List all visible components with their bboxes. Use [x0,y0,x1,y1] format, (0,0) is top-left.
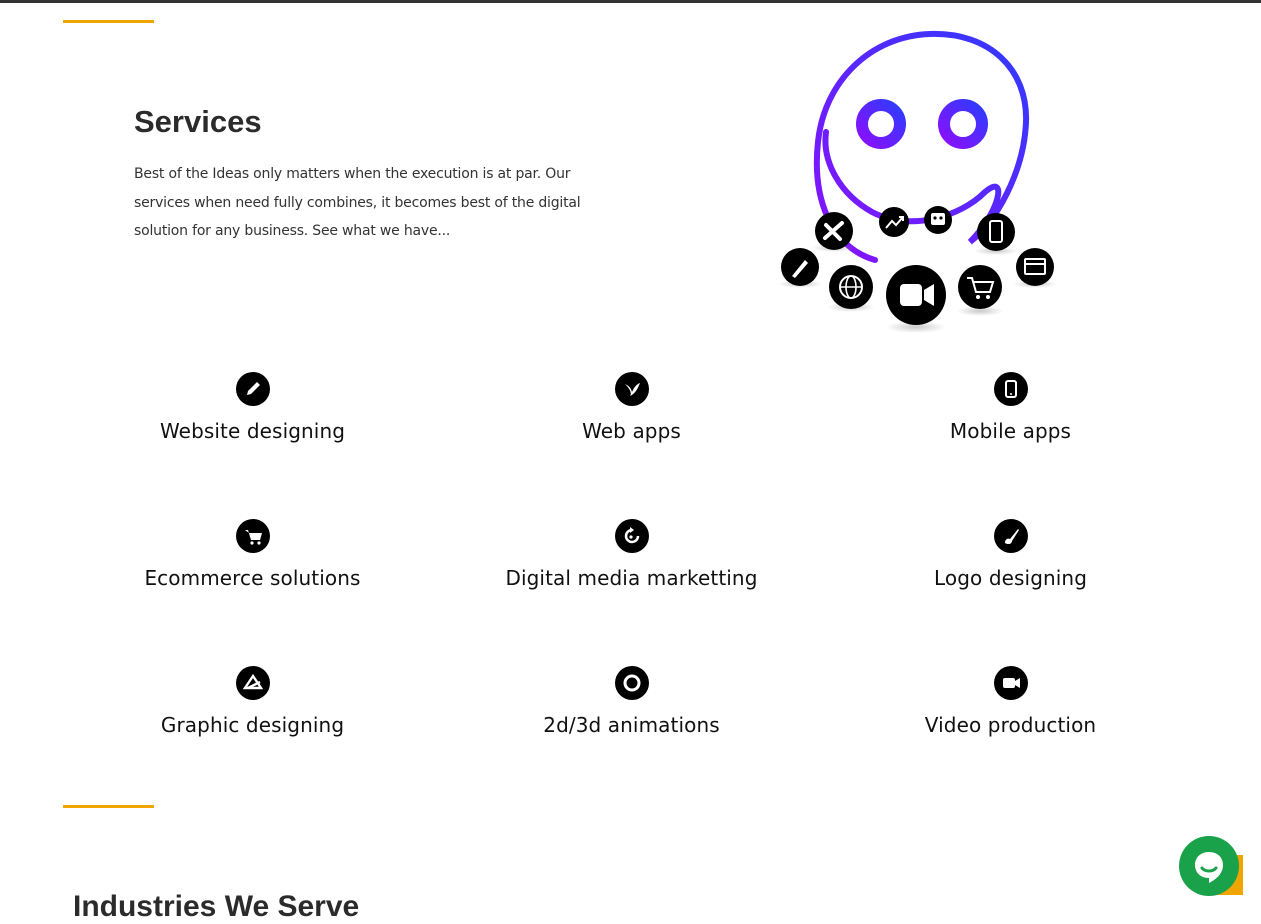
service-label: Mobile apps [949,419,1072,443]
section-accent-line [63,805,154,808]
service-label: Graphic designing [160,713,345,737]
cart-icon [956,265,1004,316]
service-label: Web apps [582,419,681,443]
eye-right [938,99,988,149]
industries-heading: Industries We Serve [73,890,360,923]
eye-left [856,99,906,149]
refresh-icon [614,519,649,553]
robot-icon [924,206,952,234]
services-hero-illustration [770,22,1070,342]
services-description: Best of the Ideas only matters when the … [134,166,581,239]
service-item-video-production[interactable]: Video production [821,666,1200,737]
graphic-icon [235,666,270,700]
brush-icon [993,519,1028,553]
service-item-logo-designing[interactable]: Logo designing [821,519,1200,590]
service-label: Digital media marketting [505,566,758,590]
service-label: 2d/3d animations [543,713,720,737]
service-label: Website designing [159,419,346,443]
mobile-icon [993,372,1028,406]
web-icon [1013,248,1057,288]
brush-icon [778,248,822,288]
chat-bubble-icon [1179,836,1239,896]
service-item-graphic-designing[interactable]: Graphic designing [63,666,442,737]
service-item-2d-3d-animations[interactable]: 2d/3d animations [442,666,821,737]
chat-face-illustration [778,30,1057,333]
trending-icon [879,207,909,237]
services-heading: Services [134,104,262,139]
bird-icon [614,372,649,406]
cart-icon [235,519,270,553]
globe-icon [827,265,875,312]
ring-icon [614,666,649,700]
service-item-digital-media-marketting[interactable]: Digital media marketting [442,519,821,590]
service-item-mobile-apps[interactable]: Mobile apps [821,372,1200,443]
chat-button[interactable] [1179,836,1239,896]
service-label: Ecommerce solutions [144,566,361,590]
mobile-icon [974,213,1018,255]
video-icon [886,265,946,333]
service-item-web-apps[interactable]: Web apps [442,372,821,443]
top-border [0,0,1261,3]
section-accent-line [63,20,154,23]
pencil-icon [235,372,270,406]
service-item-ecommerce-solutions[interactable]: Ecommerce solutions [63,519,442,590]
service-label: Logo designing [934,566,1087,590]
service-item-website-designing[interactable]: Website designing [63,372,442,443]
tools-icon [812,212,856,252]
video-icon [993,666,1028,700]
service-label: Video production [924,713,1097,737]
